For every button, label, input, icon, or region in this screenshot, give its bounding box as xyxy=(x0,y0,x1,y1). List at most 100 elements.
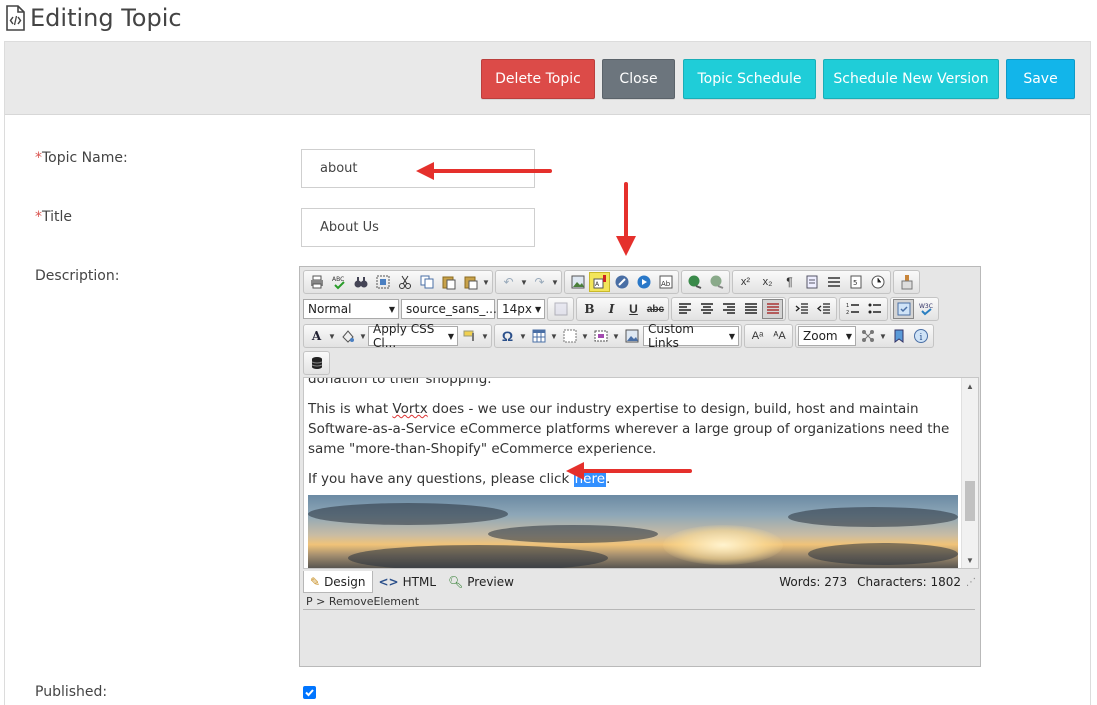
outdent-icon[interactable] xyxy=(813,299,834,319)
close-button[interactable]: Close xyxy=(602,59,675,99)
toolbar-group-indent xyxy=(788,297,837,321)
published-checkbox[interactable] xyxy=(303,686,316,699)
indent-icon[interactable] xyxy=(791,299,812,319)
dropdown-caret-icon[interactable]: ▼ xyxy=(359,332,367,341)
font-color-icon[interactable]: A xyxy=(306,326,327,346)
subscript-icon[interactable]: x₂ xyxy=(757,272,778,292)
page-title: Editing Topic xyxy=(30,4,182,32)
insert-image-icon[interactable]: A xyxy=(589,272,610,292)
align-left-icon[interactable] xyxy=(674,299,695,319)
date-time-icon[interactable] xyxy=(867,272,888,292)
schedule-new-version-button[interactable]: Schedule New Version xyxy=(823,59,999,99)
convert-upper-icon[interactable]: ᴬA xyxy=(769,326,790,346)
scroll-up-icon[interactable]: ▲ xyxy=(962,378,978,394)
highlight-color-icon[interactable] xyxy=(337,326,358,346)
scrollbar-thumb[interactable] xyxy=(965,481,975,521)
cut-icon[interactable] xyxy=(394,272,415,292)
modules-icon[interactable] xyxy=(857,326,878,346)
align-right-icon[interactable] xyxy=(718,299,739,319)
content-scrollbar[interactable]: ▲ ▼ xyxy=(961,378,978,568)
paste-icon[interactable] xyxy=(438,272,459,292)
image-manager-icon[interactable] xyxy=(567,272,588,292)
strikethrough-icon[interactable]: abc xyxy=(645,299,666,319)
font-family-select[interactable]: source_sans_...▼ xyxy=(401,299,506,319)
paragraph-icon[interactable]: ¶ xyxy=(779,272,800,292)
track-changes-icon[interactable] xyxy=(893,299,914,319)
dropdown-caret-icon[interactable]: ▼ xyxy=(879,332,887,341)
tab-html[interactable]: <> HTML xyxy=(373,571,443,593)
dropdown-caret-icon[interactable]: ▼ xyxy=(550,332,558,341)
bold-icon[interactable]: B xyxy=(579,299,600,319)
undo-icon[interactable]: ↶ xyxy=(498,272,519,292)
find-icon[interactable] xyxy=(350,272,371,292)
select-all-icon[interactable] xyxy=(372,272,393,292)
italic-icon[interactable]: I xyxy=(601,299,622,319)
title-input[interactable]: About Us xyxy=(301,208,535,247)
paste-options-icon[interactable] xyxy=(460,272,481,292)
font-size-select[interactable]: 14px ▼ xyxy=(497,299,545,319)
dropdown-caret-icon[interactable]: ▼ xyxy=(519,332,527,341)
tab-design[interactable]: ✎ Design xyxy=(303,571,373,593)
dropdown-caret-icon[interactable]: ▼ xyxy=(612,332,620,341)
page-properties-icon[interactable]: 5 xyxy=(845,272,866,292)
content-text: If you have any questions, please click xyxy=(308,471,574,487)
copy-icon[interactable] xyxy=(416,272,437,292)
remove-link-icon[interactable] xyxy=(706,272,727,292)
dropdown-caret-icon[interactable]: ▼ xyxy=(581,332,589,341)
help-icon[interactable]: i xyxy=(910,326,931,346)
convert-lower-icon[interactable]: Aᵃ xyxy=(747,326,768,346)
toolbar-group-edit: ABC ▼ xyxy=(303,270,493,294)
svg-text:ABC: ABC xyxy=(332,276,344,283)
hyperlink-icon[interactable] xyxy=(611,272,632,292)
globe-link-icon[interactable] xyxy=(684,272,705,292)
insert-table-icon[interactable] xyxy=(528,326,549,346)
dropdown-caret-icon[interactable]: ▼ xyxy=(551,278,559,287)
media-icon[interactable] xyxy=(633,272,654,292)
underline-icon[interactable]: U xyxy=(623,299,644,319)
insert-element-icon[interactable] xyxy=(550,299,571,319)
symbol-icon[interactable]: Ω xyxy=(497,326,518,346)
form-elements-icon[interactable] xyxy=(801,272,822,292)
horizontal-rule-icon[interactable] xyxy=(823,272,844,292)
word-count: Words: 273 xyxy=(779,575,848,589)
dropdown-caret-icon[interactable]: ▼ xyxy=(481,332,489,341)
dropdown-caret-icon[interactable]: ▼ xyxy=(328,332,336,341)
print-icon[interactable] xyxy=(306,272,327,292)
redo-icon[interactable]: ↷ xyxy=(529,272,550,292)
css-class-select[interactable]: Apply CSS Cl... ▼ xyxy=(368,322,458,350)
toolbar-group-colors: A ▼ ▼ Apply CSS Cl... ▼ ▼ xyxy=(303,322,492,350)
align-center-icon[interactable] xyxy=(696,299,717,319)
template-icon[interactable]: Ab xyxy=(655,272,676,292)
topic-schedule-button[interactable]: Topic Schedule xyxy=(683,59,816,99)
delete-topic-button[interactable]: Delete Topic xyxy=(481,59,595,99)
custom-links-select[interactable]: Custom Links ▼ xyxy=(643,322,739,350)
w3c-validator-icon[interactable]: W3C xyxy=(915,299,936,319)
image-map-icon[interactable] xyxy=(621,326,642,346)
save-template-icon[interactable] xyxy=(888,326,909,346)
superscript-icon[interactable]: x² xyxy=(735,272,756,292)
snippet-icon[interactable] xyxy=(590,326,611,346)
table-props-icon[interactable] xyxy=(559,326,580,346)
editor-content-area[interactable]: donation to their shopping. This is what… xyxy=(303,377,979,569)
dropdown-caret-icon[interactable]: ▼ xyxy=(482,278,490,287)
paragraph-format-select[interactable]: Normal ▼ xyxy=(303,299,399,319)
align-none-icon[interactable] xyxy=(762,299,783,319)
numbered-list-icon[interactable]: 12 xyxy=(842,299,863,319)
font-size-value: 14px xyxy=(502,302,532,316)
checkmark-icon xyxy=(305,689,314,697)
database-icon[interactable] xyxy=(306,353,327,373)
format-stripper-icon[interactable] xyxy=(896,272,917,292)
tab-preview[interactable]: 🔍︎ Preview xyxy=(442,571,520,593)
bulleted-list-icon[interactable] xyxy=(864,299,885,319)
format-painter-icon[interactable] xyxy=(459,326,480,346)
topic-name-input[interactable]: about xyxy=(301,149,535,188)
zoom-select[interactable]: Zoom ▼ xyxy=(798,326,856,346)
resize-grip-icon[interactable]: ⋰ xyxy=(966,577,976,588)
scroll-down-icon[interactable]: ▼ xyxy=(962,552,978,568)
here-link[interactable]: here xyxy=(573,471,606,487)
sunset-sky-image[interactable] xyxy=(308,495,958,568)
spellcheck-icon[interactable]: ABC xyxy=(328,272,349,292)
dropdown-caret-icon[interactable]: ▼ xyxy=(520,278,528,287)
save-button[interactable]: Save xyxy=(1006,59,1075,99)
align-justify-icon[interactable] xyxy=(740,299,761,319)
